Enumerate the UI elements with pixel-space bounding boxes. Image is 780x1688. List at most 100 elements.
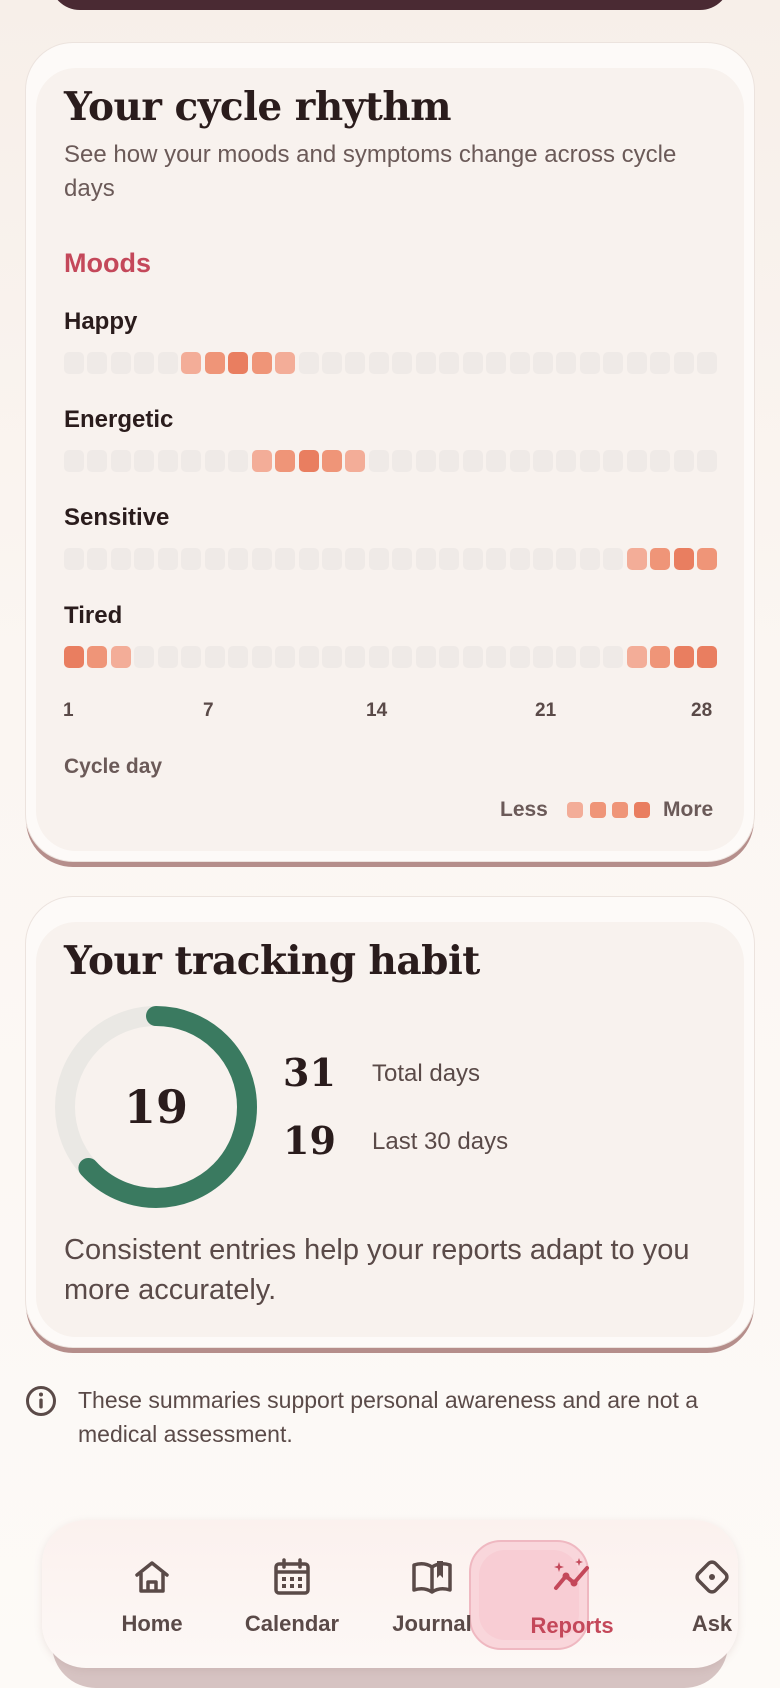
nav-item-reports[interactable]: Reports [507,1520,637,1668]
day-cell-sensitive-14 [368,548,389,570]
day-cell-tired-10 [275,646,295,668]
day-cell-energetic-19 [486,450,507,472]
day-cell-happy-16 [415,352,436,374]
day-cell-happy-28 [697,352,718,374]
day-cell-sensitive-7 [204,548,225,570]
day-cell-tired-17 [439,646,460,668]
day-cell-energetic-15 [392,450,413,472]
day-cell-tired-26 [650,646,671,668]
day-cell-happy-6 [181,352,202,374]
day-cell-tired-6 [181,646,202,668]
ask-icon [695,1560,729,1594]
day-cell-tired-3 [110,646,131,668]
day-cell-tired-27 [673,646,694,668]
day-cell-energetic-8 [228,450,249,472]
bottom-nav-bar: Home Calendar Journal Reports Ask [42,1520,738,1668]
day-cell-sensitive-18 [462,548,483,570]
day-cell-energetic-20 [509,450,530,472]
day-cell-sensitive-8 [228,548,249,570]
day-cell-energetic-25 [626,450,647,472]
day-cell-tired-8 [228,646,249,668]
mood-row-label-sensitive: Sensitive [64,504,170,531]
day-cell-tired-22 [556,646,577,668]
nav-label-ask: Ask [691,1611,733,1636]
habit-note: Consistent entries help your reports ada… [64,1234,690,1306]
mood-row-label-happy: Happy [64,308,138,335]
day-cell-tired-7 [204,646,225,668]
nav-label-calendar: Calendar [244,1611,340,1636]
day-cell-happy-19 [486,352,507,374]
day-cell-sensitive-17 [439,548,460,570]
day-cell-sensitive-28 [697,548,718,570]
day-cell-energetic-4 [134,450,155,472]
day-cell-tired-23 [579,646,600,668]
day-cell-sensitive-23 [579,548,600,570]
nav-item-journal[interactable]: Journal [367,1520,497,1668]
day-cell-tired-5 [157,646,178,668]
day-cell-sensitive-16 [415,548,436,570]
day-cell-energetic-16 [415,450,436,472]
axis-tick-1: 1 [63,700,74,721]
tracking-habit-title: Your tracking habit [64,938,480,984]
day-cell-energetic-27 [673,450,694,472]
day-cell-happy-11 [298,352,319,374]
day-cell-sensitive-27 [673,548,694,570]
day-cell-tired-14 [368,646,389,668]
day-cell-sensitive-5 [157,548,178,570]
mood-row-label-energetic: Energetic [64,406,174,433]
day-cell-energetic-23 [579,450,600,472]
day-cell-sensitive-1 [64,548,84,570]
day-cell-energetic-6 [181,450,202,472]
axis-tick-14: 14 [366,700,388,721]
day-cell-tired-4 [134,646,155,668]
cycle-day-axis-title: Cycle day [64,755,163,778]
day-cell-happy-26 [650,352,671,374]
disclaimer-text: These summaries support personal awarene… [78,1387,699,1447]
nav-item-calendar[interactable]: Calendar [227,1520,357,1668]
day-cell-energetic-21 [533,450,553,472]
day-cell-happy-5 [157,352,178,374]
axis-tick-21: 21 [535,700,557,721]
day-cell-happy-25 [626,352,647,374]
day-cell-tired-1 [64,646,84,668]
day-cell-energetic-7 [204,450,225,472]
nav-item-home[interactable]: Home [87,1520,217,1668]
day-cell-energetic-5 [157,450,178,472]
tracking-progress-ring: 19 [54,1005,258,1209]
day-cell-happy-4 [134,352,155,374]
day-cell-tired-16 [415,646,436,668]
nav-item-ask[interactable]: Ask [647,1520,777,1668]
day-cell-tired-19 [486,646,507,668]
day-cell-sensitive-11 [298,548,319,570]
day-cell-tired-21 [533,646,553,668]
day-cell-happy-17 [439,352,460,374]
day-cell-happy-7 [204,352,225,374]
journal-icon [412,1561,452,1594]
day-cell-energetic-1 [64,450,84,472]
day-cell-sensitive-13 [345,548,366,570]
day-cell-sensitive-26 [650,548,671,570]
progress-ring-value: 19 [123,1080,188,1134]
legend-swatch-2 [590,802,606,818]
legend-swatch-1 [567,802,583,818]
total-days-value: 31 [283,1050,336,1095]
calendar-icon [274,1558,310,1595]
nav-label-home: Home [121,1611,183,1636]
day-cell-energetic-11 [298,450,319,472]
day-cell-energetic-18 [462,450,483,472]
day-cell-happy-8 [228,352,249,374]
day-cell-energetic-10 [275,450,295,472]
day-cell-happy-23 [579,352,600,374]
day-cell-sensitive-22 [556,548,577,570]
day-cell-happy-14 [368,352,389,374]
day-cell-tired-2 [87,646,108,668]
day-cell-sensitive-21 [533,548,553,570]
day-cell-energetic-22 [556,450,577,472]
day-cell-sensitive-4 [134,548,155,570]
day-cell-energetic-13 [345,450,366,472]
day-cell-sensitive-20 [509,548,530,570]
nav-label-reports: Reports [530,1613,614,1638]
mood-row-label-tired: Tired [64,602,123,629]
day-cell-tired-11 [298,646,319,668]
day-cell-tired-20 [509,646,530,668]
